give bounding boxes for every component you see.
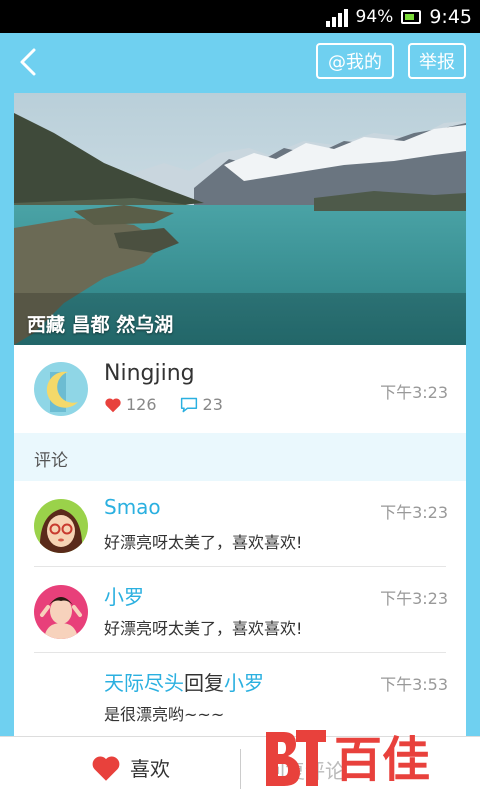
comment-text: 是很漂亮哟~~~: [104, 705, 225, 724]
author-avatar[interactable]: [34, 362, 88, 416]
battery-icon: [401, 9, 422, 24]
watermark-logo: 百佳: [266, 730, 430, 788]
comments-title: 评论: [34, 451, 68, 471]
author-name[interactable]: Ningjing: [104, 361, 195, 386]
comment-text: 好漂亮呀太美了，喜欢喜欢!: [104, 533, 303, 552]
reply-from-name[interactable]: 天际尽头: [104, 671, 184, 695]
post-time: 下午3:23: [380, 383, 448, 402]
post-stats: 126 23: [104, 395, 223, 414]
comment-item[interactable]: Smao 好漂亮呀太美了，喜欢喜欢! 下午3:23: [14, 481, 466, 567]
comment-text: 好漂亮呀太美了，喜欢喜欢!: [104, 619, 303, 638]
comments-header: 评论: [14, 433, 466, 481]
mine-button[interactable]: @我的: [316, 43, 394, 79]
post-card: 西藏 昌都 然乌湖 Ningjing 126 23 下午3:23 评论 Smao…: [14, 93, 466, 800]
comment-time: 下午3:23: [380, 589, 448, 608]
clock: 9:45: [429, 5, 472, 28]
watermark-text: 百佳: [334, 732, 430, 788]
battery-percent: 94%: [355, 6, 394, 27]
comment-bubble-icon[interactable]: [179, 396, 199, 414]
commenter-avatar[interactable]: [34, 499, 88, 553]
report-button[interactable]: 举报: [408, 43, 466, 79]
comment-time: 下午3:23: [380, 503, 448, 522]
signal-icon: [325, 7, 348, 27]
divider: [240, 749, 241, 789]
photo-location: 西藏 昌都 然乌湖: [27, 314, 174, 336]
comment-item[interactable]: 小罗 好漂亮呀太美了，喜欢喜欢! 下午3:23: [14, 567, 466, 653]
commenter-avatar[interactable]: [34, 585, 88, 639]
author-row[interactable]: Ningjing 126 23 下午3:23: [14, 345, 466, 434]
comment-time: 下午3:53: [380, 675, 448, 694]
top-bar: @我的 举报: [0, 33, 480, 93]
comment-count: 23: [202, 395, 223, 414]
like-count: 126: [126, 395, 157, 414]
like-button[interactable]: 喜欢: [90, 753, 170, 782]
post-photo[interactable]: [14, 93, 466, 345]
status-bar: 94% 9:45: [0, 0, 480, 33]
heart-icon: [92, 756, 120, 781]
heart-icon[interactable]: [104, 397, 122, 413]
commenter-name[interactable]: 小罗: [104, 581, 144, 610]
like-label: 喜欢: [130, 757, 170, 781]
commenter-name[interactable]: Smao: [104, 495, 161, 519]
reply-line: 天际尽头回复小罗: [104, 667, 264, 696]
reply-to-name[interactable]: 小罗: [224, 671, 264, 695]
reply-word: 回复: [184, 671, 224, 695]
back-arrow-icon[interactable]: [16, 47, 46, 77]
